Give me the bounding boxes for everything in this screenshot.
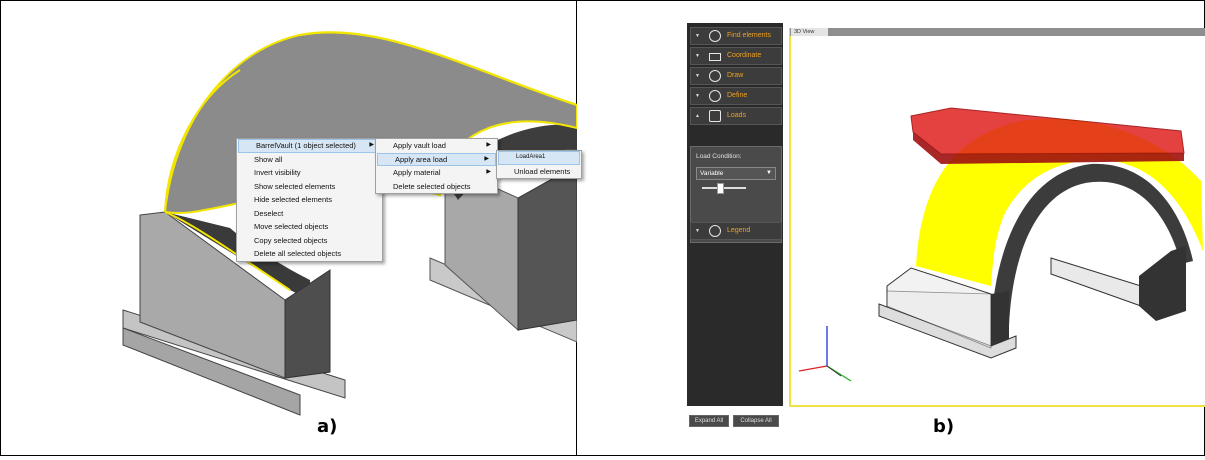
sidebar-item-find-elements[interactable]: ▼ Find elements [690,27,782,45]
collapse-arrow-icon: ▼ [695,228,700,234]
sidebar-item-legend[interactable]: ▼ Legend [690,222,782,240]
tab-3d-view[interactable]: 3D View [791,28,828,36]
menu-item-label: Unload elements [514,166,571,176]
caption-a: a) [317,416,338,437]
menu-item-apply-area-load[interactable]: Apply area load ▶ [377,152,496,166]
panel-a: BarrelVault (1 object selected) ▶ Show al… [0,0,582,456]
load-condition-value: Variable [700,170,724,177]
collapse-arrow-icon: ▼ [695,33,700,39]
menu-item-label: BarrelVault (1 object selected) [256,141,356,150]
sidebar-item-label: Find elements [727,32,771,39]
menu-item-label: Show selected elements [254,181,336,191]
menu-item-label: LoadArea1 [516,154,546,160]
submenu-arrow-icon: ▶ [484,155,489,162]
menu-item-barrelvault[interactable]: BarrelVault (1 object selected) ▶ [238,139,381,153]
area-load-slab[interactable] [910,107,1185,155]
menu-item-label: Invert visibility [254,168,301,177]
right-abutment-side [517,164,578,331]
load-condition-label: Load Condition: [696,153,742,160]
search-icon [709,30,721,42]
sidebar-item-coordinate[interactable]: ▼ Coordinate [690,47,782,65]
collapse-arrow-icon: ▼ [695,93,700,99]
menu-item-label: Copy selected objects [254,235,328,245]
sidebar-item-label: Legend [727,227,751,234]
menu-item-label: Apply vault load [393,141,446,150]
menu-item-label: Apply material [393,168,441,177]
menu-item-label: Move selected objects [254,222,329,231]
sidebar-item-label: Draw [727,72,744,79]
tab-label: 3D View [794,29,815,35]
collapse-arrow-icon: ▼ [695,73,700,79]
submenu-apply: Apply vault load ▶ Apply area load ▶ Apply… [375,138,498,194]
sidebar-item-label: Coordinate [727,52,762,59]
menu-item-label: Show all [254,154,283,164]
sidebar-item-define[interactable]: ▼ Define [690,87,782,105]
menu-item-apply-vault-load[interactable]: Apply vault load ▶ [376,139,497,153]
menu-item-unload-elements[interactable]: Unload elements [497,165,581,179]
right-abutment-side [1139,246,1186,321]
collapse-arrow-icon: ▼ [695,53,700,59]
menu-item-delete-all-selected[interactable]: Delete all selected objects [237,247,382,261]
sidebar-item-loads[interactable]: ▲ Loads [690,107,782,125]
load-slider-thumb[interactable] [717,183,724,194]
context-menu: BarrelVault (1 object selected) ▶ Show al… [236,138,383,262]
define-icon [709,90,721,102]
menu-item-loadarea1[interactable]: LoadArea1 [498,151,580,165]
menu-item-label: Hide selected elements [254,195,332,204]
submenu-arrow-icon: ▶ [369,142,374,148]
load-slider-track[interactable] [702,187,746,189]
submenu-arrow-icon: ▶ [486,142,491,148]
view-tab-bar [790,28,1205,36]
chevron-down-icon: ▼ [766,170,772,176]
button-label: Collapse All [740,418,772,424]
menu-item-copy-selected[interactable]: Copy selected objects [237,234,382,248]
menu-item-deselect[interactable]: Deselect [237,207,382,221]
draw-icon [709,70,721,82]
button-label: Expand All [694,418,724,424]
panel-b: ▼ Find elements ▼ Coordinate ▼ Draw ▼ De… [577,0,1205,456]
axis-ref-line [826,365,842,377]
loads-icon [709,110,721,122]
menu-item-label: Deselect [254,208,284,218]
sidebar-item-label: Define [727,92,748,99]
menu-item-show-all[interactable]: Show all [237,153,382,167]
expand-arrow-icon: ▲ [695,113,700,119]
legend-icon [709,225,721,237]
collapse-all-button[interactable]: Collapse All [733,415,779,427]
x-axis-line [798,365,828,372]
menu-item-label: Delete all selected objects [254,249,342,258]
load-condition-select[interactable]: Variable ▼ [696,167,776,180]
sidebar-item-draw[interactable]: ▼ Draw [690,67,782,85]
menu-item-apply-material[interactable]: Apply material ▶ [376,166,497,180]
submenu-arrow-icon: ▶ [486,169,491,175]
sidebar-item-label: Loads [727,112,747,119]
coordinate-icon [709,53,721,61]
submenu-area-load: LoadArea1 Unload elements [496,150,582,179]
expand-all-button[interactable]: Expand All [689,415,729,427]
menu-item-show-selected[interactable]: Show selected elements [237,180,382,194]
menu-item-invert-visibility[interactable]: Invert visibility [237,166,382,180]
menu-item-hide-selected[interactable]: Hide selected elements [237,193,382,207]
menu-item-delete-selected-objects[interactable]: Delete selected objects [376,180,497,194]
caption-b: b) [933,416,955,437]
right-base-plinth [1050,257,1142,307]
barrel-vault-3d-scene-b[interactable] [791,36,1205,404]
sidebar: ▼ Find elements ▼ Coordinate ▼ Draw ▼ De… [687,23,783,427]
menu-item-label: Apply area load [395,154,448,164]
menu-item-label: Delete selected objects [393,181,471,191]
menu-item-move-selected[interactable]: Move selected objects [237,220,382,234]
